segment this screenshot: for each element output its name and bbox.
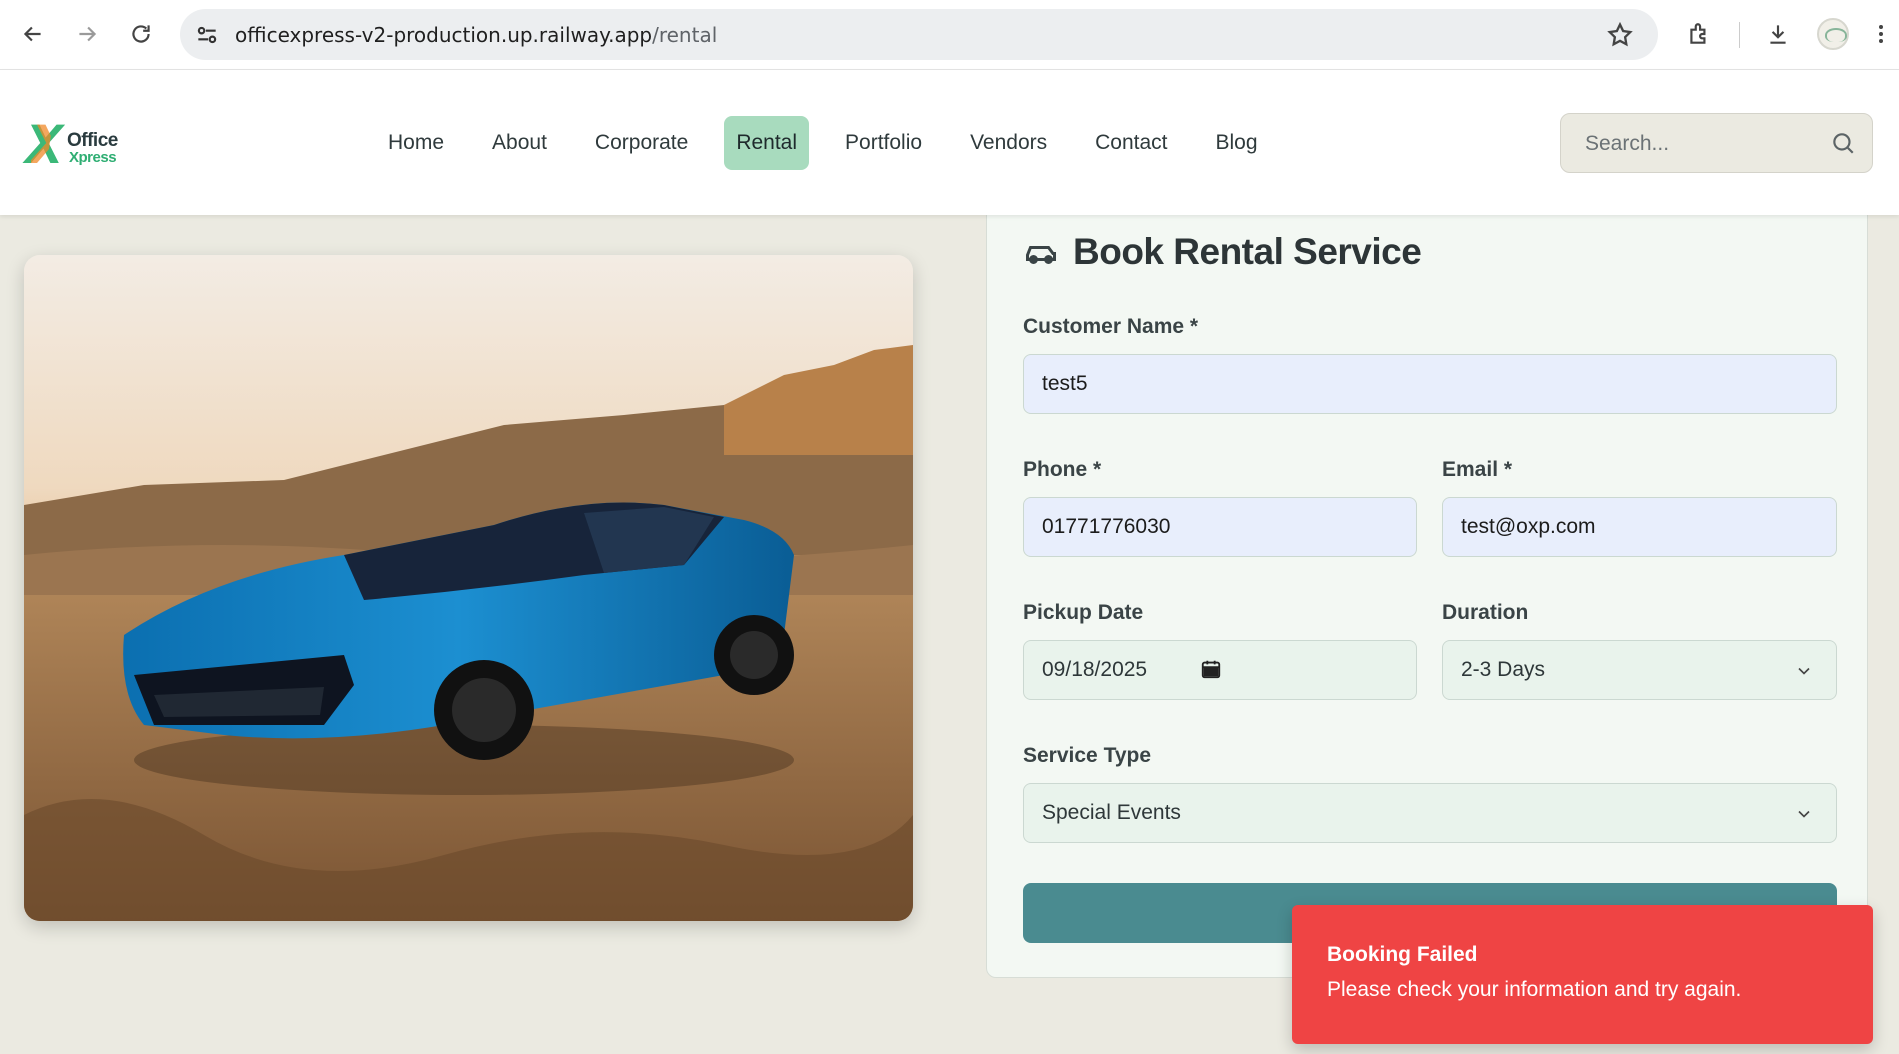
- search-icon[interactable]: [1830, 130, 1856, 156]
- pickup-date-field[interactable]: 09/18/2025: [1023, 640, 1417, 700]
- toast-message: Please check your information and try ag…: [1327, 978, 1742, 1001]
- search-placeholder: Search...: [1585, 132, 1670, 155]
- bookmark-star-icon[interactable]: [1606, 21, 1634, 49]
- pickup-date-value: 09/18/2025: [1042, 658, 1148, 681]
- reload-icon[interactable]: [124, 17, 158, 51]
- service-type-value: Special Events: [1042, 801, 1181, 824]
- chevron-down-icon: [1798, 667, 1810, 675]
- site-info-icon[interactable]: [194, 22, 220, 48]
- site-header: X X Office Xpress Home About Corporate R…: [0, 70, 1899, 215]
- more-menu-icon[interactable]: [1869, 18, 1893, 50]
- car-illustration: [24, 255, 913, 921]
- nav-contact[interactable]: Contact: [1083, 116, 1179, 170]
- toolbar-divider: [1739, 22, 1740, 48]
- browser-toolbar: officexpress-v2-production.up.railway.ap…: [0, 0, 1899, 70]
- nav-blog[interactable]: Blog: [1204, 116, 1270, 170]
- nav-home[interactable]: Home: [376, 116, 456, 170]
- customer-name-label: Customer Name *: [1023, 315, 1199, 338]
- url-text: officexpress-v2-production.up.railway.ap…: [235, 23, 718, 47]
- email-label: Email *: [1442, 458, 1513, 481]
- form-title: Book Rental Service: [1073, 231, 1422, 272]
- search-input[interactable]: Search...: [1560, 113, 1873, 173]
- main-nav: Home About Corporate Rental Portfolio Ve…: [376, 116, 1294, 170]
- site-logo[interactable]: X X Office Xpress: [25, 116, 125, 172]
- address-bar[interactable]: officexpress-v2-production.up.railway.ap…: [180, 9, 1658, 60]
- toast-title: Booking Failed: [1327, 943, 1478, 966]
- form-header: Book Rental Service: [1023, 231, 1422, 273]
- customer-name-field[interactable]: test5: [1023, 354, 1837, 414]
- service-type-label: Service Type: [1023, 744, 1152, 767]
- nav-vendors[interactable]: Vendors: [958, 116, 1059, 170]
- phone-label: Phone *: [1023, 458, 1102, 481]
- service-type-select[interactable]: Special Events: [1023, 783, 1837, 843]
- chevron-down-icon: [1798, 810, 1810, 818]
- nav-portfolio[interactable]: Portfolio: [833, 116, 934, 170]
- email-field[interactable]: test@oxp.com: [1442, 497, 1837, 557]
- phone-field[interactable]: 01771776030: [1023, 497, 1417, 557]
- calendar-icon[interactable]: [1200, 658, 1222, 680]
- duration-select[interactable]: 2-3 Days: [1442, 640, 1837, 700]
- nav-corporate[interactable]: Corporate: [583, 116, 700, 170]
- car-photo: [24, 255, 913, 921]
- nav-about[interactable]: About: [480, 116, 559, 170]
- duration-value: 2-3 Days: [1461, 658, 1546, 681]
- car-icon: [1026, 246, 1056, 264]
- logo-text-bottom: Xpress: [69, 149, 117, 166]
- forward-icon[interactable]: [70, 17, 104, 51]
- profile-avatar[interactable]: [1817, 18, 1849, 50]
- booking-form: Book Rental Service Customer Name * test…: [986, 175, 1868, 978]
- back-icon[interactable]: [16, 17, 50, 51]
- extensions-icon[interactable]: [1683, 18, 1715, 50]
- pickup-date-label: Pickup Date: [1023, 601, 1144, 624]
- error-toast[interactable]: Booking Failed Please check your informa…: [1292, 905, 1873, 1044]
- download-icon[interactable]: [1762, 18, 1794, 50]
- duration-label: Duration: [1442, 601, 1529, 624]
- nav-rental[interactable]: Rental: [724, 116, 810, 170]
